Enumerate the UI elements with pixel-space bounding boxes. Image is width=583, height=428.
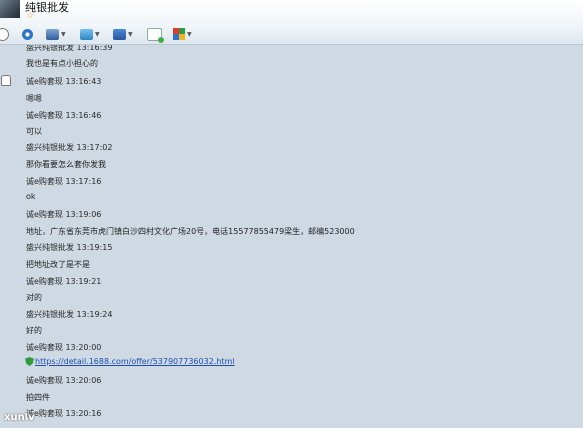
message-text: 好的 (26, 326, 42, 335)
message-text: ok (26, 192, 36, 201)
message-meta: 诚e购套现 13:16:46 (26, 111, 102, 120)
chat-header: 纯银批发 ☆ (0, 0, 583, 24)
apps-icon (173, 28, 185, 40)
smiley-icon (0, 27, 9, 41)
mail-button[interactable] (147, 27, 164, 43)
message-meta: 诚e购套现 13:16:43 (26, 77, 102, 86)
message-meta: 盛兴纯银批发 13:17:02 (26, 143, 113, 152)
remote-icon (113, 28, 126, 40)
message-meta: 诚e购套现 13:17:16 (26, 177, 102, 186)
shield-icon (25, 357, 34, 366)
watermark: xunlv (4, 412, 35, 423)
send-file-button[interactable]: ▼ (80, 27, 100, 41)
message-meta: 盛兴纯银批发 13:19:24 (26, 310, 113, 319)
message-link-row: https://detail.1688.com/offer/5379077360… (25, 357, 235, 366)
chevron-down-icon[interactable]: ▼ (187, 31, 192, 38)
chevron-down-icon[interactable]: ▼ (95, 31, 100, 38)
message-text: 嗯嗯 (26, 94, 42, 103)
message-meta: 诚e购套现 13:20:06 (26, 376, 102, 385)
message-text: 拍四件 (26, 393, 50, 402)
screenshot-button[interactable]: ▼ (46, 27, 66, 41)
message-meta: 诚e购套现 13:19:06 (26, 210, 102, 219)
remote-button[interactable]: ▼ (113, 27, 133, 41)
chat-message-list[interactable]: 盛兴纯银批发 13:16:39 我也是有点小担心的 诚e购套现 13:16:43… (0, 45, 583, 428)
circle-icon (22, 28, 33, 40)
lock-icon (1, 75, 11, 86)
message-text: 可以 (26, 127, 42, 136)
message-meta: 诚e购套现 13:20:16 (26, 409, 102, 418)
chevron-down-icon[interactable]: ▼ (61, 31, 66, 38)
message-meta: 诚e购套现 13:20:00 (26, 343, 102, 352)
emoji-button[interactable] (0, 27, 9, 41)
message-text: 对的 (26, 293, 42, 302)
chevron-down-icon[interactable]: ▼ (128, 31, 133, 38)
message-meta: 盛兴纯银批发 13:16:39 (26, 45, 113, 52)
message-meta: 诚e购套现 13:19:21 (26, 277, 102, 286)
chat-toolbar: ▼ ▼ ▼ ▼ (0, 24, 583, 45)
contact-avatar[interactable] (0, 0, 20, 18)
mail-icon (147, 27, 164, 43)
message-text: 那你看要怎么套你发我 (26, 160, 106, 169)
apps-button[interactable]: ▼ (173, 27, 192, 41)
circle-button[interactable] (22, 27, 33, 41)
offer-link[interactable]: https://detail.1688.com/offer/5379077360… (35, 357, 235, 366)
send-file-icon (80, 28, 93, 40)
screenshot-icon (46, 28, 59, 40)
message-meta: 盛兴纯银批发 13:19:15 (26, 243, 113, 252)
message-text: 我也是有点小担心的 (26, 59, 98, 68)
message-text: 把地址改了是不是 (26, 260, 90, 269)
star-icon[interactable]: ☆ (26, 11, 34, 21)
message-text: 地址，广东省东莞市虎门镇白沙四村文化广场20号，电话15577855479梁生，… (26, 227, 355, 236)
